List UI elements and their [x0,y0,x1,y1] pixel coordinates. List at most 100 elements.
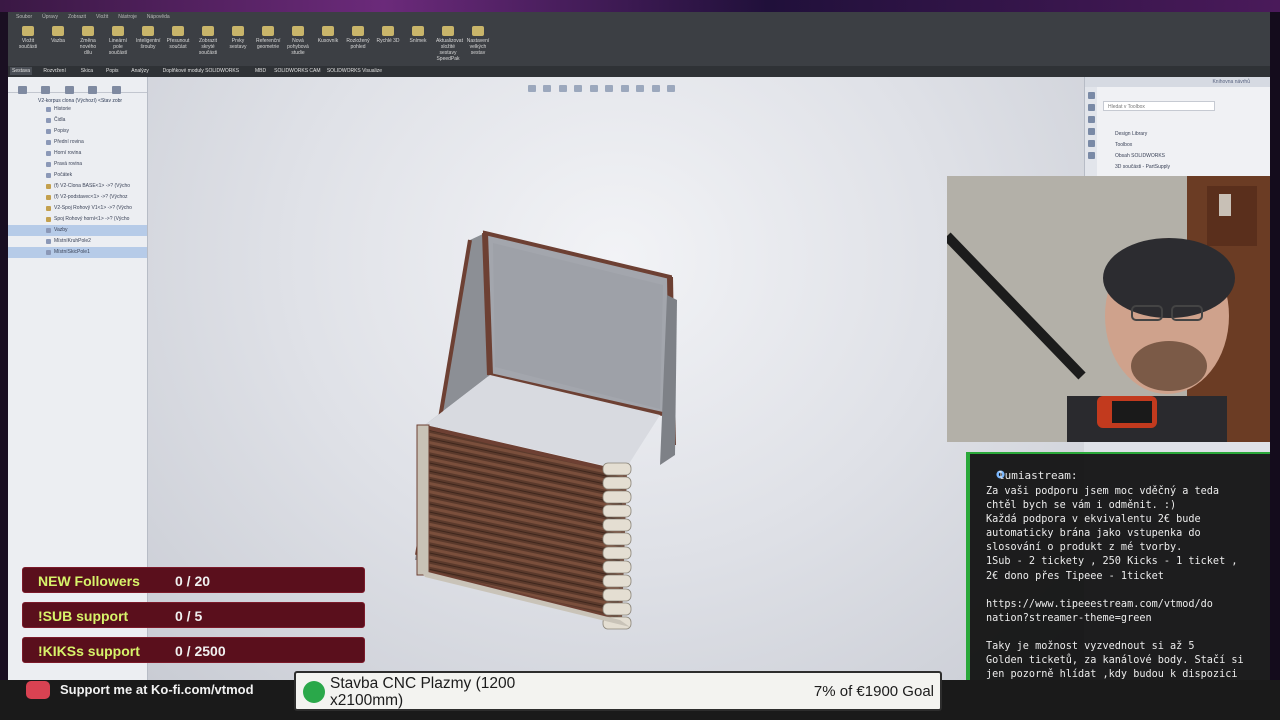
tree-item[interactable]: Popisy [8,126,147,137]
folder-icon [46,107,51,112]
kofi-support-banner[interactable]: Support me at Ko-fi.com/vtmod [22,679,287,701]
command-tab[interactable]: Sestava [10,67,33,75]
assembly-3d-model[interactable] [405,215,695,635]
task-pane-tabs [1085,87,1097,187]
chat-username: lumiastream: [998,469,1078,482]
ribbon-button-icon [352,26,364,36]
ribbon-button[interactable]: Rozložený pohled [346,26,370,64]
task-item-design-library[interactable]: Design Library [1115,131,1147,137]
ribbon-button[interactable]: Nová pohybová studie [286,26,310,64]
display-style-icon[interactable] [605,85,614,92]
goal-kiks-support: !KIKSs support 0 / 2500 [22,637,365,663]
chat-overlay: lumiastream: Za vaši podporu jsem moc vd… [966,452,1270,706]
tree-item-label: Čidla [54,117,66,123]
tree-item[interactable]: (f) V2-podstavec<1> ->? (Výchoz [8,192,147,203]
command-tab[interactable]: Analýzy [129,67,151,75]
tree-item-label: (f) V2-Clona BASE<1> ->? (Výcho [54,183,131,189]
ribbon-button[interactable]: Kusovník [316,26,340,64]
section-view-icon[interactable] [574,85,583,92]
tree-item-label: Pravá rovina [54,161,83,167]
task-item-solidworks-content[interactable]: Obsah SOLIDWORKS [1115,153,1165,159]
ribbon-button-icon [142,26,154,36]
ribbon-button[interactable]: Nastavení velkých sestav [466,26,490,64]
tree-item[interactable]: MístníSkicPole1 [8,247,147,258]
origin-icon [46,173,51,178]
zoom-fit-icon[interactable] [528,85,536,92]
ribbon-button[interactable]: Vložit součásti [16,26,40,64]
pattern-icon [46,239,51,244]
ribbon-button-icon [382,26,394,36]
ribbon-button-icon [112,26,124,36]
ribbon-button[interactable]: Lineární pole součástí [106,26,130,64]
apply-scene-icon[interactable] [651,85,660,92]
goal-sub-support: !SUB support 0 / 5 [22,602,365,628]
ribbon-button-label: Inteligentní šrouby [136,38,161,50]
command-tab[interactable]: SOLIDWORKS Visualize [325,67,384,75]
stream-frame-left [0,12,8,720]
tree-item[interactable]: Spoj Rohový horní<1> ->? (Výcho [8,214,147,225]
tree-item-label: Počátek [54,172,73,178]
ribbon-button-label: Referenční geometrie [256,38,281,50]
ribbon-button[interactable]: Aktualizovat složité sestavy SpeedPak [436,26,463,64]
feature-manager-tab-icon[interactable] [18,86,27,94]
dimxpert-tab-icon[interactable] [88,86,98,94]
property-manager-tab-icon[interactable] [41,86,51,94]
menu-item[interactable]: Úpravy [42,14,58,20]
menu-item[interactable]: Soubor [16,14,32,20]
ribbon-button[interactable]: Zobrazit skryté součásti [196,26,220,64]
appearance-icon[interactable] [1087,140,1095,147]
tree-item[interactable]: Horní rovina [8,148,147,159]
previous-view-icon[interactable] [558,85,567,92]
view-orientation-icon[interactable] [589,85,598,92]
tree-item[interactable]: Přední rovina [8,137,147,148]
menu-item[interactable]: Zobrazit [68,14,86,20]
command-tab[interactable]: SOLIDWORKS CAM [272,67,322,75]
custom-properties-icon[interactable] [1087,152,1095,159]
hide-show-items-icon[interactable] [620,85,629,92]
command-tab[interactable]: Skica [79,67,95,75]
ribbon-button-label: Aktualizovat složité sestavy SpeedPak [436,38,463,62]
ribbon-button[interactable]: Referenční geometrie [256,26,280,64]
zoom-area-icon[interactable] [543,85,552,92]
menu-item[interactable]: Nástroje [118,14,137,20]
display-manager-tab-icon[interactable] [111,86,121,94]
ribbon-button[interactable]: Inteligentní šrouby [136,26,160,64]
ribbon-button[interactable]: Snímek [406,26,430,64]
tree-item[interactable]: Vazby [8,225,147,236]
command-tab[interactable]: MBD [253,67,268,75]
ribbon-button[interactable]: Rychlé 3D [376,26,400,64]
tree-item[interactable]: Počátek [8,170,147,181]
toolbox-search-input[interactable]: Hledat v Toolbox [1103,101,1215,111]
command-tab[interactable]: Popis [104,67,121,75]
tree-item-label: V2-Spoj Rohový V1<1> ->? (Výcho [54,205,132,211]
tree-item[interactable]: (f) V2-Clona BASE<1> ->? (Výcho [8,181,147,192]
command-tab[interactable]: Doplňkové moduly SOLIDWORKS [161,67,241,75]
ribbon-button-label: Vazba [51,38,65,44]
ribbon-button-label: Nová pohybová studie [287,38,309,56]
tree-item[interactable]: Historie [8,104,147,115]
library-icon[interactable] [1087,104,1095,111]
tree-item[interactable]: V2-Spoj Rohový V1<1> ->? (Výcho [8,203,147,214]
ribbon-button[interactable]: Změna nového dílu [76,26,100,64]
view-settings-icon[interactable] [667,85,676,92]
tree-item[interactable]: MístníKruhPole2 [8,236,147,247]
home-icon[interactable] [1087,92,1095,99]
view-palette-icon[interactable] [1087,128,1095,135]
tree-item[interactable]: Pravá rovina [8,159,147,170]
ribbon-button[interactable]: Přesunout součást [166,26,190,64]
ribbon-button-label: Vložit součásti [18,38,38,50]
edit-appearance-icon[interactable] [636,85,645,92]
part-icon [46,206,51,211]
file-explorer-icon[interactable] [1087,116,1095,123]
configuration-manager-tab-icon[interactable] [64,86,74,94]
task-item-toolbox[interactable]: Toolbox [1115,142,1132,148]
task-item-partsupply[interactable]: 3D součásti - PartSupply [1115,164,1170,170]
ribbon-button[interactable]: Prvky sestavy [226,26,250,64]
tree-item[interactable]: Čidla [8,115,147,126]
ribbon-button[interactable]: Vazba [46,26,70,64]
goal-label: !KIKSs support [38,643,140,659]
menu-item[interactable]: Nápověda [147,14,170,20]
menu-item[interactable]: Vložit [96,14,108,20]
command-tab[interactable]: Rozvržení [41,67,68,75]
ribbon-button-icon [292,26,304,36]
